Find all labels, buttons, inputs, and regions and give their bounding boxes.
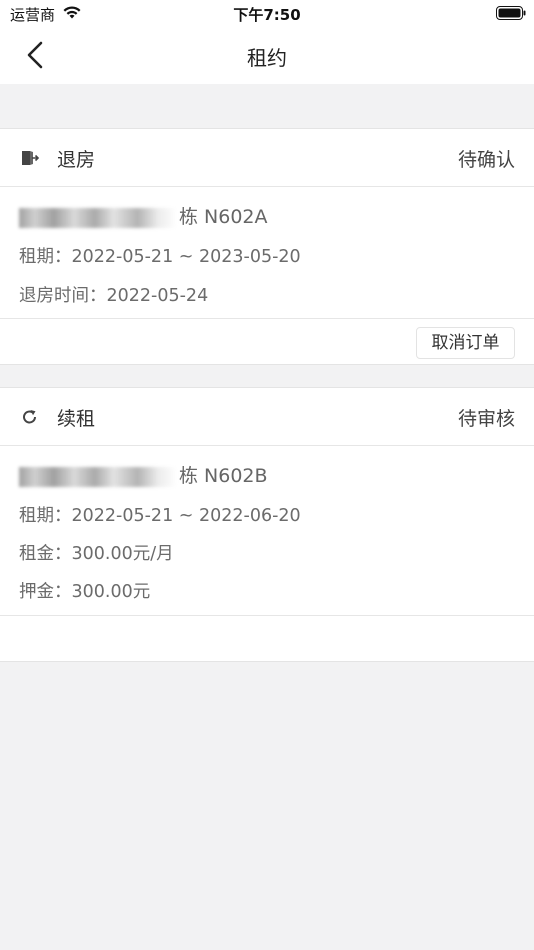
lease-period: 租期：2022-05-21 ~ 2023-05-20 bbox=[19, 247, 301, 267]
lease-card-checkout[interactable]: 退房 待确认 栋 N602A 租期：2022-05-21 ~ 2023-05-2… bbox=[0, 128, 534, 365]
rent-amount: 租金：300.00元/月 bbox=[19, 544, 174, 564]
card-header: 续租 待审核 bbox=[0, 388, 534, 446]
card-status-badge: 待确认 bbox=[457, 149, 515, 171]
lease-period: 租期：2022-05-21 ~ 2022-06-20 bbox=[19, 506, 301, 526]
nav-bar: 租约 bbox=[0, 28, 534, 84]
card-status-badge: 待审核 bbox=[457, 408, 515, 430]
redacted-address bbox=[19, 466, 177, 487]
battery-icon bbox=[496, 6, 526, 20]
property-address: 栋 N602A bbox=[19, 202, 268, 229]
cancel-order-button[interactable]: 取消订单 bbox=[416, 327, 515, 359]
card-type-label: 续租 bbox=[57, 408, 96, 430]
redacted-address bbox=[19, 207, 177, 228]
card-header: 退房 待确认 bbox=[0, 129, 534, 187]
checkout-door-icon bbox=[22, 151, 40, 165]
page-title: 租约 bbox=[247, 46, 287, 70]
card-divider bbox=[0, 615, 534, 616]
card-footer: 取消订单 bbox=[0, 318, 534, 365]
card-type-label: 退房 bbox=[57, 149, 96, 171]
deposit-amount: 押金：300.00元 bbox=[19, 582, 151, 602]
status-bar: 运营商 下午7:50 bbox=[0, 0, 534, 28]
lease-card-renew[interactable]: 续租 待审核 栋 N602B 租期：2022-05-21 ~ 2022-06-2… bbox=[0, 387, 534, 662]
clock: 下午7:50 bbox=[233, 6, 301, 24]
address-unit: 栋 N602A bbox=[179, 206, 268, 228]
checkout-date: 退房时间：2022-05-24 bbox=[19, 286, 209, 306]
address-unit: 栋 N602B bbox=[179, 465, 268, 487]
renew-refresh-icon bbox=[23, 410, 36, 424]
property-address: 栋 N602B bbox=[19, 461, 268, 488]
